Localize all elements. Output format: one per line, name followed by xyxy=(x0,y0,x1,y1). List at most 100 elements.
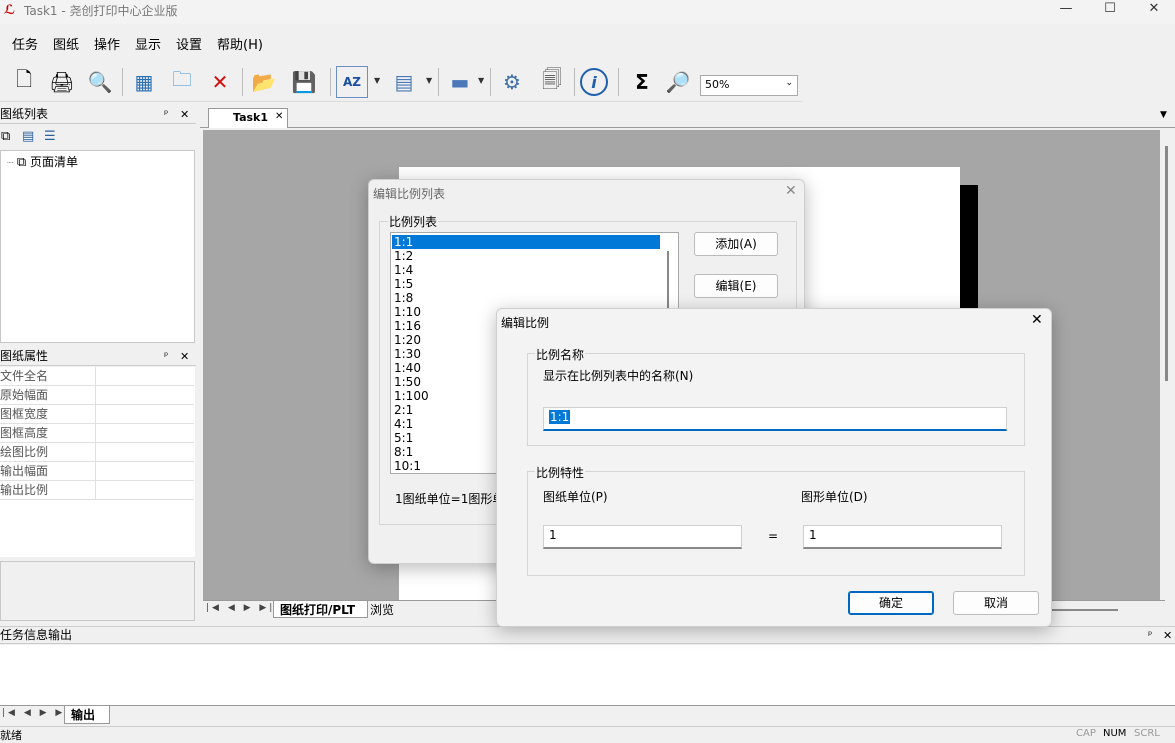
settings-gear-icon[interactable]: ⚙ xyxy=(496,66,528,98)
tree-item-page-list[interactable]: ┈ ⧉ 页面清单 xyxy=(7,153,78,170)
sum-icon[interactable]: Σ xyxy=(626,66,658,98)
prop-row[interactable]: 文件全名 xyxy=(0,367,194,386)
edit-button[interactable]: 编辑(E) xyxy=(694,274,778,298)
drawing-list-header: 图纸列表 ᵖ ✕ xyxy=(0,106,196,124)
scale-list-item[interactable]: 1:5 xyxy=(392,277,660,291)
pin-icon[interactable]: ᵖ xyxy=(164,106,168,123)
tab-output[interactable]: 输出 xyxy=(64,706,111,724)
list-icon[interactable]: ▤ xyxy=(22,129,34,144)
scale-props-group xyxy=(527,471,1025,576)
scale-list-item[interactable]: 1:1 xyxy=(392,235,660,249)
chevron-down-icon[interactable]: ▼ xyxy=(426,76,432,85)
close-panel-icon[interactable]: ✕ xyxy=(1163,627,1172,644)
drawing-props-title: 图纸属性 xyxy=(0,349,49,363)
print-icon[interactable]: 🖨 xyxy=(46,66,78,98)
chevron-down-icon[interactable]: ▼ xyxy=(478,76,484,85)
output-nav-buttons[interactable]: |◀ ◀ ▶ ▶| xyxy=(2,708,71,718)
close-tab-icon[interactable]: ✕ xyxy=(275,111,283,122)
status-bar: 就绪 CAP NUM SCRL xyxy=(0,726,1175,742)
status-num: NUM xyxy=(1103,728,1127,739)
dialog-title: 编辑比例 xyxy=(501,316,550,330)
doc-tab-strip: Task1 ✕ ▼ xyxy=(200,106,1175,128)
close-panel-icon[interactable]: ✕ xyxy=(180,106,189,123)
delete-icon[interactable]: ✕ xyxy=(204,66,236,98)
output-area xyxy=(0,645,1175,705)
menu-operation[interactable]: 操作 xyxy=(94,34,120,53)
output-panel-title: 任务信息输出 xyxy=(0,628,73,642)
pin-icon[interactable]: ᵖ xyxy=(164,348,168,365)
prop-label: 文件全名 xyxy=(0,369,49,383)
toolbar-separator xyxy=(438,68,439,96)
chevron-down-icon: ⌄ xyxy=(785,78,793,88)
add-drawing-icon[interactable]: ▦ xyxy=(128,66,160,98)
drawing-tree: ┈ ⧉ 页面清单 xyxy=(0,150,195,343)
scale-list-item[interactable]: 1:4 xyxy=(392,263,660,277)
menu-drawing[interactable]: 图纸 xyxy=(53,34,79,53)
scale-name-field[interactable]: 1:1 xyxy=(543,407,1007,431)
add-button[interactable]: 添加(A) xyxy=(694,232,778,256)
menu-view[interactable]: 显示 xyxy=(135,34,161,53)
menu-settings[interactable]: 设置 xyxy=(176,34,202,53)
close-dialog-icon[interactable]: ✕ xyxy=(1031,312,1043,328)
save-icon[interactable]: 💾 xyxy=(288,66,320,98)
group-label: 比例名称 xyxy=(535,346,586,363)
print-queue-icon[interactable]: 🗐 xyxy=(536,66,568,98)
scale-name-value: 1:1 xyxy=(549,410,571,424)
add-folder-icon[interactable]: 🗀 xyxy=(166,66,198,98)
tab-label: Task1 xyxy=(233,111,269,124)
open-icon[interactable]: 📂 xyxy=(248,66,280,98)
chevron-down-icon[interactable]: ▼ xyxy=(374,76,380,85)
align-icon[interactable]: ▬ xyxy=(444,66,476,98)
pages-icon[interactable]: ⧉ xyxy=(1,129,10,144)
scale-list-item[interactable]: 1:8 xyxy=(392,291,660,305)
tab-label: 输出 xyxy=(71,708,96,722)
prop-row[interactable]: 图框高度 xyxy=(0,424,194,443)
prop-row[interactable]: 输出幅面 xyxy=(0,462,194,481)
toolbar: 🗋 🖨 🔍 ▦ 🗀 ✕ 📂 💾 AZ ▼ ▤ ▼ ▬ ▼ ⚙ 🗐 i Σ 🔎 xyxy=(0,62,802,102)
tab-menu-icon[interactable]: ▼ xyxy=(1160,110,1167,120)
tree-item-label: 页面清单 xyxy=(29,155,78,169)
tab-drawing-print[interactable]: 图纸打印/PLT xyxy=(273,601,369,618)
toolbar-separator xyxy=(574,68,575,96)
prop-label: 输出比例 xyxy=(0,483,49,497)
ok-button[interactable]: 确定 xyxy=(848,591,934,615)
edit-scale-dialog: 编辑比例 ✕ 比例名称 显示在比例列表中的名称(N) 1:1 比例特性 图纸单位… xyxy=(496,308,1052,627)
new-task-icon[interactable]: 🗋 xyxy=(8,66,40,98)
prop-row[interactable]: 图框宽度 xyxy=(0,405,194,424)
menu-help[interactable]: 帮助(H) xyxy=(217,34,263,53)
prop-row[interactable]: 原始幅面 xyxy=(0,386,194,405)
scroll-thumb[interactable] xyxy=(1165,146,1168,381)
layout-icon[interactable]: ▤ xyxy=(388,66,420,98)
prop-label: 原始幅面 xyxy=(0,388,49,402)
info-icon[interactable]: i xyxy=(580,68,608,96)
cancel-button[interactable]: 取消 xyxy=(953,591,1039,615)
details-icon[interactable]: ☰ xyxy=(44,129,56,144)
group-label: 比例特性 xyxy=(535,464,586,481)
prop-row[interactable]: 绘图比例 xyxy=(0,443,194,462)
zoom-tool-icon[interactable]: 🔎 xyxy=(662,66,694,98)
close-dialog-icon[interactable]: ✕ xyxy=(785,183,797,199)
tab-browse[interactable]: 浏览 xyxy=(370,601,404,618)
menu-bar: 任务 图纸 操作 显示 设置 帮助(H) xyxy=(0,30,1175,56)
vertical-scrollbar[interactable] xyxy=(1160,130,1175,600)
drawing-unit-field[interactable]: 1 xyxy=(803,525,1002,549)
close-window-button[interactable]: ✕ xyxy=(1134,0,1174,20)
pin-icon[interactable]: ᵖ xyxy=(1148,627,1152,644)
output-panel-header: 任务信息输出 ᵖ ✕ xyxy=(0,626,1175,644)
prop-label: 图框宽度 xyxy=(0,407,49,421)
minimize-button[interactable]: — xyxy=(1046,0,1086,20)
dialog-title: 编辑比例列表 xyxy=(373,187,446,201)
close-panel-icon[interactable]: ✕ xyxy=(180,348,189,365)
zoom-select[interactable]: 50% ⌄ xyxy=(700,75,798,96)
sort-icon[interactable]: AZ xyxy=(336,66,368,98)
scale-list-item[interactable]: 1:2 xyxy=(392,249,660,263)
equals-sign: = xyxy=(768,529,779,543)
prop-row[interactable]: 输出比例 xyxy=(0,481,194,500)
zoom-value: 50% xyxy=(705,78,730,91)
sheet-nav-buttons[interactable]: |◀ ◀ ▶ ▶| xyxy=(206,603,275,613)
preview-icon[interactable]: 🔍 xyxy=(84,66,116,98)
paper-unit-field[interactable]: 1 xyxy=(543,525,742,549)
maximize-button[interactable]: ☐ xyxy=(1090,0,1130,20)
menu-task[interactable]: 任务 xyxy=(12,34,38,53)
tab-task1[interactable]: Task1 ✕ xyxy=(208,108,288,128)
